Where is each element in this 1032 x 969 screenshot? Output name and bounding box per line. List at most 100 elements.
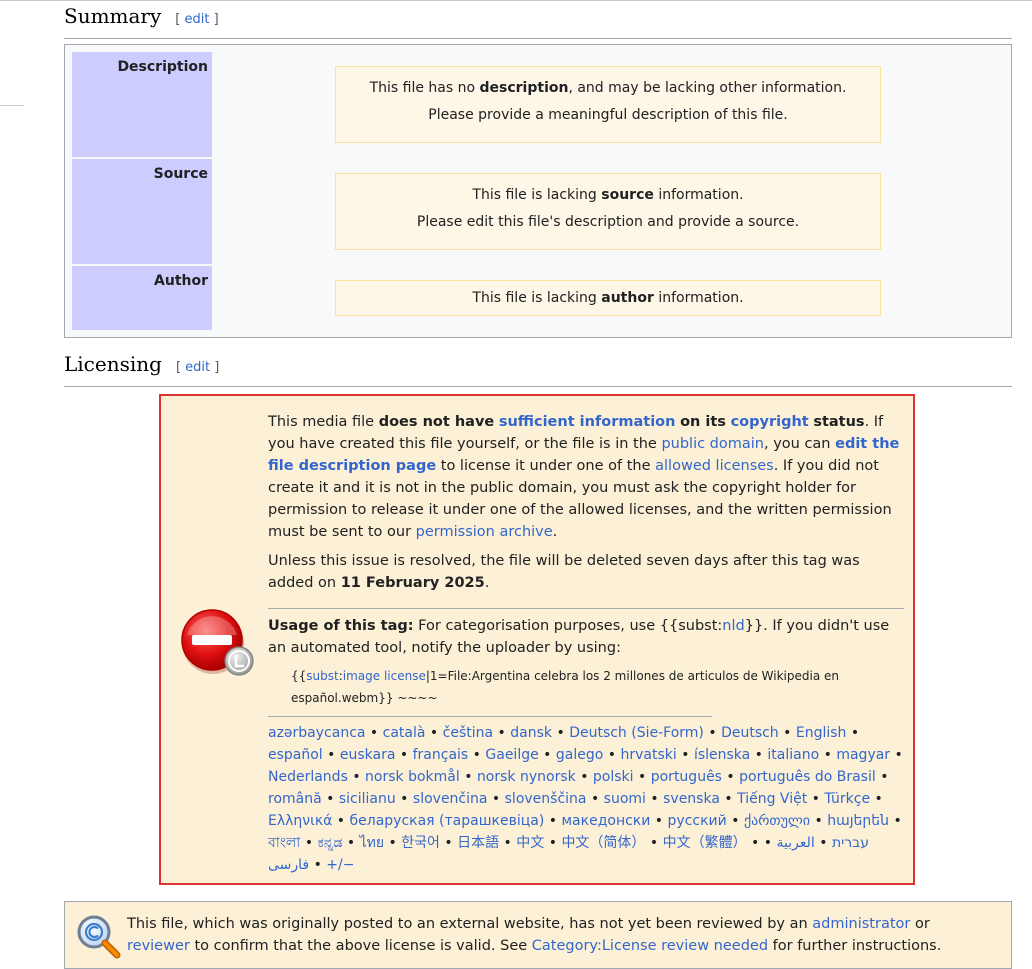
language-link[interactable]: Deutsch — [721, 725, 779, 741]
language-separator: • — [650, 813, 668, 829]
language-separator: • — [807, 791, 825, 807]
language-separator: • — [645, 791, 664, 807]
language-link[interactable]: slovenčina — [413, 791, 488, 807]
sidebar-divider — [0, 105, 24, 106]
language-separator: • — [493, 725, 511, 741]
language-link[interactable]: العربية — [777, 835, 815, 851]
language-separator: • — [778, 725, 796, 741]
language-link[interactable]: ಕನ್ನಡ — [318, 835, 343, 851]
language-separator: • — [875, 769, 889, 785]
language-separator: • — [459, 769, 477, 785]
author-warning: This file is lacking author information. — [335, 280, 881, 316]
licensing-edit-link[interactable]: edit — [185, 360, 210, 375]
language-link[interactable]: 中文 — [516, 835, 544, 851]
language-link[interactable]: 한국어 — [401, 835, 440, 851]
language-separator: • — [425, 725, 443, 741]
language-separator: • — [676, 747, 694, 763]
language-link[interactable]: azərbaycanca — [268, 725, 365, 741]
summary-heading-text: Summary — [64, 4, 162, 28]
permission-archive-link[interactable]: permission archive — [416, 524, 553, 540]
administrator-link[interactable]: administrator — [812, 916, 910, 932]
copyright-link[interactable]: copyright — [731, 414, 809, 430]
language-separator: • — [538, 747, 556, 763]
language-separator: • — [846, 725, 860, 741]
nld-link[interactable]: nld — [722, 618, 744, 634]
language-link[interactable]: português — [651, 769, 722, 785]
language-separator: • — [395, 747, 413, 763]
language-link[interactable]: polski — [593, 769, 634, 785]
language-separator: • — [384, 835, 402, 851]
language-link[interactable]: فارسی — [268, 857, 309, 873]
licensing-edit-section: [ edit ] — [175, 360, 220, 375]
language-link[interactable]: íslenska — [694, 747, 750, 763]
language-separator: • — [468, 747, 486, 763]
description-label: Description — [72, 52, 212, 157]
language-separator: • — [347, 769, 366, 785]
language-link[interactable]: беларуская (тарашкевіца) — [350, 813, 545, 829]
sufficient-information-link[interactable]: sufficient information — [499, 414, 676, 430]
subst-link[interactable]: subst — [306, 669, 338, 683]
language-link[interactable]: galego — [556, 747, 603, 763]
language-link[interactable]: Tiếng Việt — [737, 791, 807, 807]
description-warning-line1: This file has no description, and may be… — [369, 80, 847, 96]
language-link[interactable]: Türkçe — [824, 791, 870, 807]
language-link[interactable]: svenska — [663, 791, 720, 807]
description-warning-line2: Please provide a meaningful description … — [428, 107, 788, 123]
reviewer-link[interactable]: reviewer — [127, 938, 190, 954]
language-separator: • — [721, 769, 740, 785]
license-review-category-link[interactable]: Category:License review needed — [532, 938, 768, 954]
language-link[interactable]: עברית — [832, 835, 869, 851]
language-link[interactable]: Nederlands — [268, 769, 348, 785]
language-link[interactable]: dansk — [510, 725, 552, 741]
language-link[interactable]: ไทย — [360, 835, 384, 851]
language-link[interactable]: español — [268, 747, 323, 763]
magnifier-copyright-icon — [75, 914, 123, 964]
language-separator: • — [544, 835, 562, 851]
no-entry-copyright-icon — [179, 607, 257, 683]
language-link[interactable]: català — [383, 725, 426, 741]
public-domain-link[interactable]: public domain — [661, 436, 764, 452]
language-link[interactable]: čeština — [443, 725, 493, 741]
language-separator: • — [746, 835, 764, 851]
language-link[interactable]: euskara — [340, 747, 396, 763]
language-link[interactable]: Ελληνικά — [268, 813, 332, 829]
description-warning: This file has no description, and may be… — [335, 66, 881, 143]
language-separator: • — [321, 791, 339, 807]
language-link[interactable]: norsk bokmål — [365, 769, 460, 785]
language-link[interactable]: 中文（繁體） — [663, 835, 747, 851]
language-link[interactable]: македонски — [561, 813, 650, 829]
language-link[interactable]: বাংলা — [268, 835, 300, 851]
language-link[interactable]: հայերեն — [827, 813, 889, 829]
language-link[interactable]: Gaeilge — [485, 747, 538, 763]
language-link[interactable]: norsk nynorsk — [477, 769, 576, 785]
language-separator: • — [645, 835, 663, 851]
allowed-licenses-link[interactable]: allowed licenses — [655, 458, 774, 474]
usage-paragraph: Usage of this tag: For categorisation pu… — [268, 618, 890, 656]
source-warning-line1: This file is lacking source information. — [472, 187, 744, 203]
language-link[interactable]: italiano — [767, 747, 819, 763]
language-link[interactable]: hrvatski — [620, 747, 676, 763]
image-license-link[interactable]: image license — [343, 669, 426, 683]
language-link[interactable]: suomi — [604, 791, 646, 807]
language-link[interactable]: slovenščina — [505, 791, 587, 807]
language-link[interactable]: română — [268, 791, 322, 807]
language-link[interactable]: português do Brasil — [739, 769, 876, 785]
review-text: This file, which was originally posted t… — [127, 916, 942, 954]
language-link[interactable]: +/− — [326, 857, 354, 873]
source-label: Source — [72, 159, 212, 264]
language-link[interactable]: sicilianu — [339, 791, 396, 807]
language-separator: • — [603, 747, 621, 763]
language-link[interactable]: magyar — [836, 747, 890, 763]
language-link[interactable]: 日本語 — [457, 835, 499, 851]
language-link[interactable]: ქართული — [744, 813, 810, 829]
language-link[interactable]: русский — [668, 813, 727, 829]
license-review-box: This file, which was originally posted t… — [64, 901, 1012, 969]
summary-edit-link[interactable]: edit — [185, 12, 210, 27]
language-separator: • — [633, 769, 651, 785]
language-link[interactable]: français — [413, 747, 469, 763]
language-divider — [268, 716, 712, 717]
language-link[interactable]: English — [796, 725, 847, 741]
notify-template-code: {{subst:image license|1=File:Argentina c… — [291, 669, 839, 705]
language-link[interactable]: Deutsch (Sie-Form) — [569, 725, 704, 741]
language-link[interactable]: 中文（简体） — [561, 835, 645, 851]
